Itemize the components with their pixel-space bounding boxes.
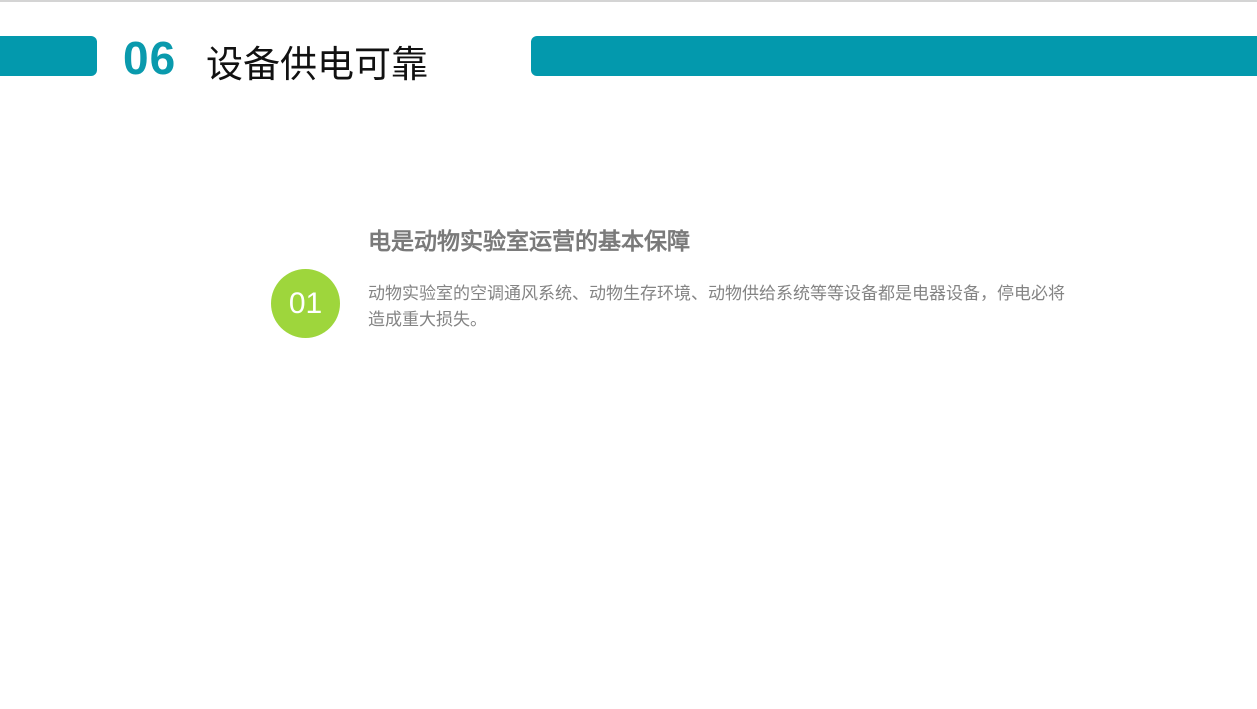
header-accent-bar-right (531, 36, 1257, 76)
header-accent-bar-left (0, 36, 97, 76)
slide: 06 设备供电可靠 01 电是动物实验室运营的基本保障 动物实验室的空调通风系统… (0, 0, 1257, 709)
list-item: 01 电是动物实验室运营的基本保障 动物实验室的空调通风系统、动物生存环境、动物… (271, 222, 1091, 352)
top-divider (0, 0, 1257, 2)
item-heading: 电是动物实验室运营的基本保障 (368, 229, 690, 255)
section-number: 06 (123, 32, 177, 84)
item-number-badge: 01 (271, 269, 340, 338)
item-description: 动物实验室的空调通风系统、动物生存环境、动物供给系统等等设备都是电器设备，停电必… (368, 284, 1065, 330)
section-title: 设备供电可靠 (206, 43, 428, 86)
